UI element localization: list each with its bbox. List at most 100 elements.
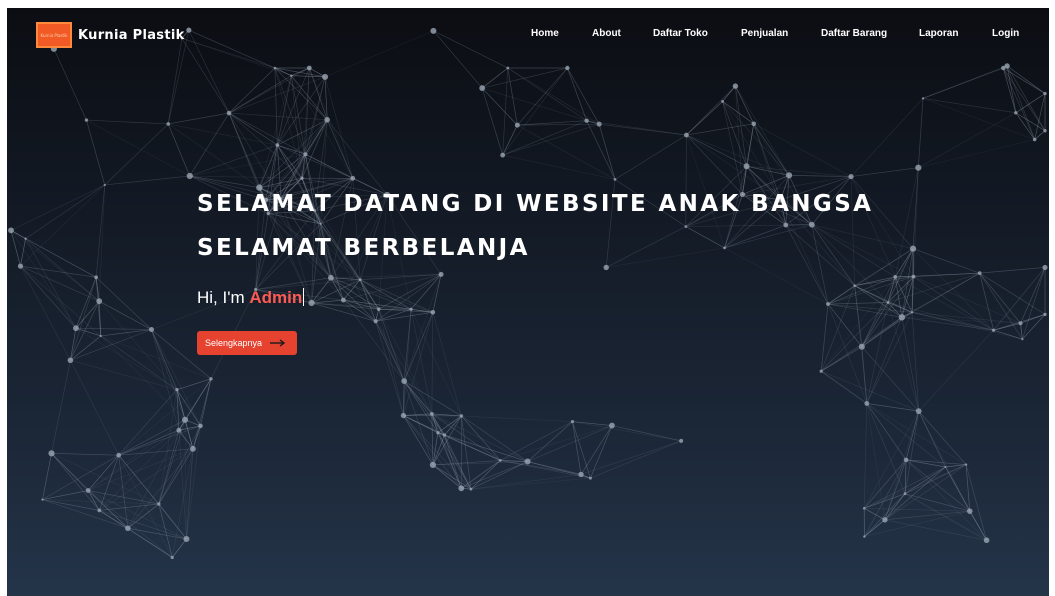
network-line	[10, 230, 21, 267]
network-line	[884, 464, 967, 521]
network-line	[861, 276, 896, 347]
network-line	[686, 134, 743, 195]
network-node	[99, 334, 102, 338]
network-node	[94, 275, 99, 280]
network-line	[507, 67, 587, 121]
network-node	[1021, 338, 1024, 341]
network-node	[358, 278, 362, 282]
greeting: Hi, I'm Admin	[197, 288, 305, 308]
network-line	[311, 277, 332, 304]
selengkapnya-button[interactable]: Selengkapnya	[197, 331, 297, 355]
network-line	[895, 276, 994, 331]
network-node	[84, 118, 89, 122]
network-line	[901, 316, 1021, 324]
network-node	[181, 416, 189, 423]
network-line	[444, 434, 501, 461]
network-line	[918, 139, 1035, 169]
network-line	[42, 453, 52, 500]
network-line	[375, 311, 433, 322]
network-line	[993, 322, 1021, 331]
network-node	[376, 307, 381, 311]
network-line	[99, 510, 187, 540]
network-line	[51, 453, 159, 505]
network-node	[848, 173, 854, 180]
network-node	[459, 414, 464, 418]
network-node	[909, 245, 917, 252]
network-node	[679, 438, 684, 443]
network-node	[458, 485, 465, 492]
network-line	[905, 459, 987, 541]
network-line	[820, 276, 896, 372]
network-node	[1004, 63, 1010, 69]
network-line	[75, 327, 178, 390]
network-line	[118, 378, 212, 456]
network-line	[913, 167, 919, 277]
nav-about[interactable]: About	[592, 28, 621, 39]
network-line	[1015, 112, 1035, 140]
network-line	[884, 510, 970, 521]
network-node	[319, 222, 322, 225]
nav-home[interactable]: Home	[531, 28, 559, 39]
network-line	[904, 493, 987, 541]
network-line	[911, 312, 1023, 340]
network-line	[567, 67, 600, 125]
network-node	[613, 178, 617, 181]
nav-laporan[interactable]: Laporan	[919, 28, 958, 39]
network-line	[590, 440, 682, 479]
network-line	[507, 67, 600, 125]
network-node	[73, 325, 79, 332]
network-line	[25, 184, 105, 239]
network-node	[103, 183, 106, 187]
network-line	[70, 335, 102, 361]
network-line	[1020, 267, 1046, 324]
network-line	[99, 510, 129, 529]
nav-penjualan[interactable]: Penjualan	[741, 28, 788, 39]
network-node	[429, 461, 437, 469]
network-line	[274, 67, 278, 146]
network-line	[599, 123, 687, 136]
network-line	[904, 466, 946, 494]
network-line	[470, 477, 591, 490]
network-node	[498, 459, 502, 462]
nav-daftar-barang[interactable]: Daftar Barang	[821, 28, 887, 39]
network-line	[911, 312, 920, 412]
network-node	[401, 378, 408, 384]
network-line	[1015, 93, 1046, 114]
network-line	[884, 519, 987, 541]
network-line	[866, 403, 946, 468]
network-line	[378, 309, 404, 416]
network-node	[514, 122, 520, 128]
network-node	[116, 452, 122, 458]
network-line	[326, 119, 388, 196]
network-line	[864, 507, 970, 512]
hero-section: Kurnia Plastik Kurnia Plastik Home About…	[7, 8, 1049, 596]
network-node	[751, 121, 757, 127]
network-line	[917, 98, 924, 168]
network-line	[722, 101, 790, 176]
network-node	[882, 517, 888, 523]
network-node	[1042, 264, 1048, 271]
brand[interactable]: Kurnia Plastik Kurnia Plastik	[36, 22, 185, 48]
greeting-prefix: Hi, I'm	[197, 288, 250, 307]
network-node	[328, 274, 334, 281]
network-line	[993, 267, 1046, 331]
network-line	[904, 493, 970, 512]
network-line	[724, 247, 829, 305]
network-line	[866, 403, 906, 494]
network-line	[228, 112, 306, 155]
network-line	[326, 119, 354, 179]
network-line	[168, 112, 230, 125]
network-line	[517, 124, 616, 180]
nav-daftar-toko[interactable]: Daftar Toko	[653, 28, 708, 39]
network-line	[517, 67, 568, 126]
network-line	[606, 247, 725, 268]
network-node	[300, 176, 304, 180]
network-line	[811, 224, 889, 303]
network-node	[436, 431, 440, 435]
network-node	[911, 274, 916, 279]
nav-login[interactable]: Login	[992, 28, 1019, 39]
network-line	[827, 302, 888, 305]
network-node	[175, 387, 179, 392]
network-line	[70, 329, 152, 361]
network-line	[178, 430, 194, 450]
